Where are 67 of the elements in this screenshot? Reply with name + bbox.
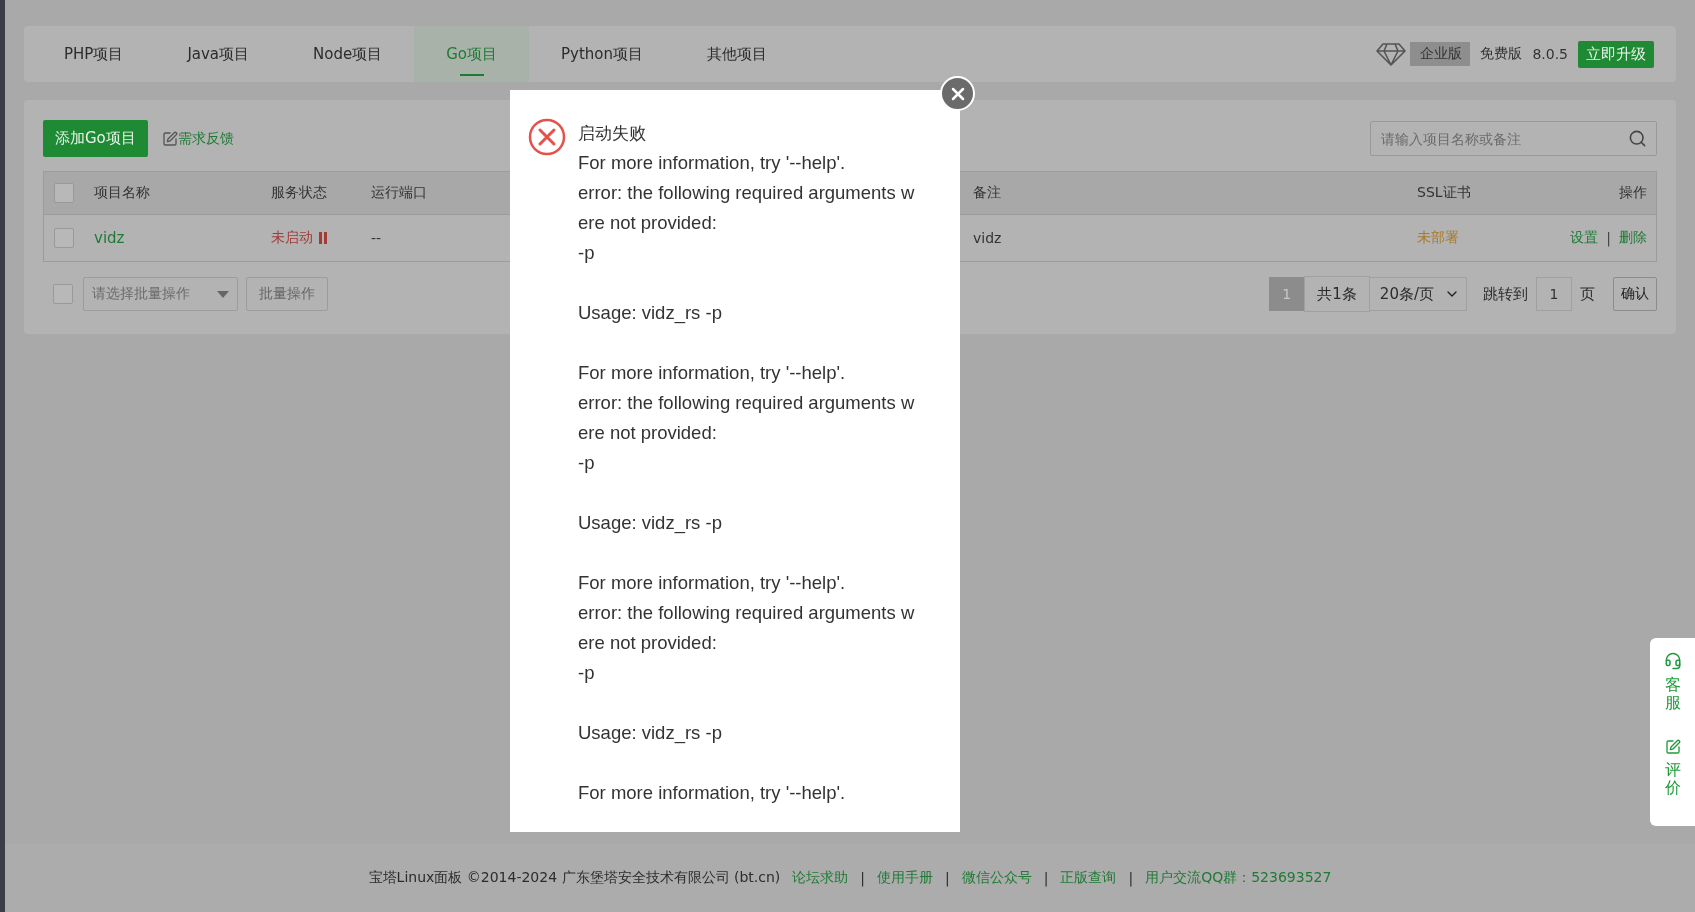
column-header: 备注 bbox=[973, 184, 1001, 202]
project-tab[interactable]: Go项目 bbox=[414, 26, 530, 82]
error-message: Usage: vidz_rs -p bbox=[578, 301, 723, 326]
copyright-text: 宝塔Linux面板 ©2014-2024 广东堡塔安全技术有限公司 (bt.cn) bbox=[368, 869, 781, 887]
column-header: SSL证书 bbox=[1417, 184, 1471, 202]
pause-icon[interactable] bbox=[319, 232, 328, 244]
widget-label[interactable]: 客服 bbox=[1664, 676, 1681, 712]
status-text: 未启动 bbox=[271, 229, 313, 247]
error-message: For more information, try '--help'. error: the following required arguments w ere not provided: -p bbox=[578, 571, 915, 685]
plan-label: 免费版 bbox=[1480, 45, 1523, 63]
jump-label: 跳转到 bbox=[1483, 284, 1528, 304]
error-message: Usage: vidz_rs -p bbox=[578, 511, 723, 536]
row-checkbox[interactable] bbox=[54, 228, 74, 248]
footer-link[interactable]: 论坛求助 bbox=[792, 869, 849, 887]
batch-button[interactable]: 批量操作 bbox=[246, 277, 328, 311]
error-message: For more information, try '--help'. error: the following required arguments w ere not provided: -p bbox=[578, 151, 915, 265]
footer-link[interactable]: 微信公众号 bbox=[961, 869, 1032, 887]
footer-link[interactable]: 用户交流QQ群：523693527 bbox=[1145, 869, 1332, 887]
headset-icon[interactable] bbox=[1663, 652, 1682, 670]
action-link[interactable]: 设置 bbox=[1570, 229, 1599, 247]
feedback-link[interactable]: 需求反馈 bbox=[177, 129, 234, 148]
edit-icon[interactable] bbox=[1664, 739, 1681, 756]
footer-link[interactable]: 使用手册 bbox=[877, 869, 933, 887]
search-field[interactable]: 请输入项目名称或备注 bbox=[1370, 121, 1657, 156]
project-tab[interactable]: 其他项目 bbox=[675, 26, 800, 82]
page-button[interactable]: 1 bbox=[1269, 277, 1305, 311]
note-cell: vidz bbox=[973, 230, 1002, 246]
confirm-button[interactable]: 确认 bbox=[1613, 277, 1657, 311]
diamond-icon bbox=[1376, 42, 1407, 66]
ssl-status: 未部署 bbox=[1417, 229, 1459, 247]
total-count: 共1条 bbox=[1304, 276, 1370, 312]
page-unit: 页 bbox=[1580, 284, 1595, 304]
action-link[interactable]: 删除 bbox=[1619, 229, 1647, 247]
column-header: 项目名称 bbox=[94, 184, 150, 202]
batch-select[interactable]: 请选择批量操作 bbox=[83, 277, 238, 311]
project-tab[interactable]: Java项目 bbox=[155, 26, 282, 82]
error-message: For more information, try '--help'. error: the following required arguments w ere not provided: -p bbox=[578, 361, 915, 475]
page-input[interactable]: 1 bbox=[1536, 277, 1572, 311]
caret-icon bbox=[217, 290, 229, 298]
search-icon[interactable] bbox=[1628, 129, 1647, 148]
error-message: For more information, try '--help'. bbox=[578, 781, 847, 805]
edit-icon bbox=[161, 130, 178, 147]
edition-badge: 企业版 bbox=[1410, 42, 1471, 66]
dialog-title: 启动失败 bbox=[578, 122, 647, 145]
project-tab[interactable]: Node项目 bbox=[281, 26, 415, 82]
separator: | bbox=[1606, 230, 1611, 246]
error-icon bbox=[528, 118, 566, 156]
upgrade-button[interactable]: 立即升级 bbox=[1578, 40, 1654, 68]
project-name-link[interactable]: vidz bbox=[94, 229, 125, 247]
add-project-button[interactable]: 添加Go项目 bbox=[43, 120, 148, 157]
separator: | bbox=[1043, 870, 1049, 886]
error-message: Usage: vidz_rs -p bbox=[578, 721, 723, 746]
batch-checkbox[interactable] bbox=[53, 284, 73, 304]
page-size-select[interactable]: 20条/页 bbox=[1369, 277, 1467, 311]
column-header: 操作 bbox=[1619, 184, 1648, 202]
separator: | bbox=[1128, 870, 1134, 886]
column-header: 运行端口 bbox=[371, 184, 427, 202]
port-cell: -- bbox=[371, 230, 382, 246]
project-tab[interactable]: PHP项目 bbox=[32, 26, 156, 82]
project-tab[interactable]: Python项目 bbox=[529, 26, 676, 82]
footer-link[interactable]: 正版查询 bbox=[1060, 869, 1117, 887]
column-header: 服务状态 bbox=[271, 184, 327, 202]
select-all-checkbox[interactable] bbox=[54, 183, 74, 203]
version-label: 8.0.5 bbox=[1532, 46, 1568, 62]
separator: | bbox=[945, 870, 950, 886]
widget-label[interactable]: 评价 bbox=[1664, 761, 1681, 797]
separator: | bbox=[860, 870, 865, 886]
